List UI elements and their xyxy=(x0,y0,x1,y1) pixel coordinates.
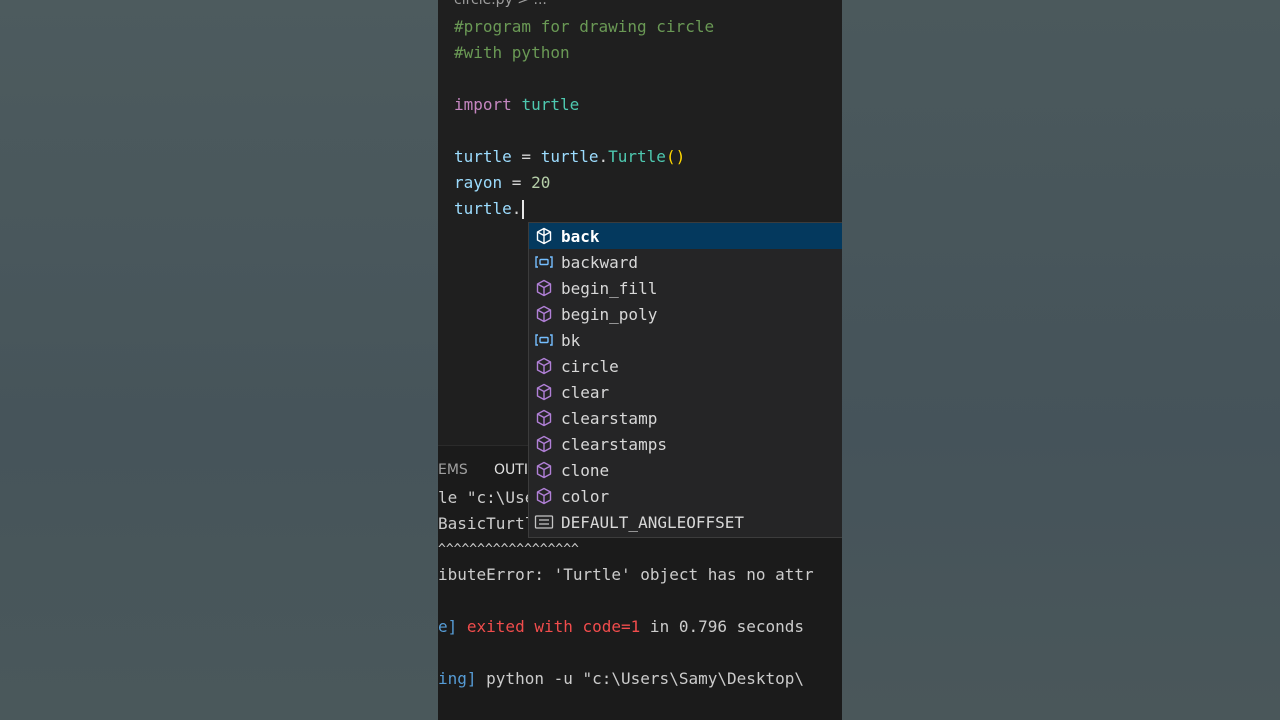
code-line-1: #program for drawing circle xyxy=(454,17,715,36)
suggest-item-begin-poly[interactable]: begin_poly xyxy=(529,301,842,327)
method-cube-icon xyxy=(534,304,554,324)
constant-icon xyxy=(534,512,554,532)
suggest-item-backward[interactable]: backward xyxy=(529,249,842,275)
variable-icon xyxy=(534,330,554,350)
code-line-6: turtle = turtle.Turtle() xyxy=(454,147,686,166)
code-line-4: import turtle xyxy=(454,95,580,114)
output-line-3: ^^^^^^^^^^^^^^^^^^ xyxy=(438,542,579,557)
output-line-2: BasicTurtl xyxy=(438,514,535,533)
suggest-item-label: back xyxy=(561,226,600,246)
suggest-item-label: begin_fill xyxy=(561,278,658,298)
method-cube-icon xyxy=(534,460,554,480)
breadcrumb[interactable]: circle.py > ... xyxy=(454,0,547,8)
tab-problems[interactable]: EMS xyxy=(438,462,468,478)
output-line-error: ibuteError: 'Turtle' object has no attr xyxy=(438,565,814,584)
method-cube-icon xyxy=(534,226,554,246)
method-cube-icon xyxy=(534,278,554,298)
suggest-item-label: color xyxy=(561,486,610,506)
suggest-item-clearstamps[interactable]: clearstamps xyxy=(529,431,842,457)
output-line-running: ing] python -u "c:\Users\Samy\Desktop\ xyxy=(438,669,805,688)
suggest-item-label: clearstamps xyxy=(561,434,667,454)
suggest-item-label: clearstamp xyxy=(561,408,658,428)
suggest-item-default-angleoffset[interactable]: DEFAULT_ANGLEOFFSET xyxy=(529,509,842,535)
code-line-7: rayon = 20 xyxy=(454,173,551,192)
suggest-item-back[interactable]: back xyxy=(529,223,842,249)
suggest-item-clear[interactable]: clear xyxy=(529,379,842,405)
suggest-item-label: begin_poly xyxy=(561,304,658,324)
suggest-item-bk[interactable]: bk xyxy=(529,327,842,353)
method-cube-icon xyxy=(534,408,554,428)
suggest-item-label: clone xyxy=(561,460,610,480)
suggest-item-label: backward xyxy=(561,252,639,272)
suggest-item-circle[interactable]: circle xyxy=(529,353,842,379)
blurred-background-right xyxy=(842,0,1280,720)
suggest-item-label: clear xyxy=(561,382,610,402)
method-cube-icon xyxy=(534,486,554,506)
code-line-2: #with python xyxy=(454,43,570,62)
suggest-item-label: bk xyxy=(561,330,581,350)
output-line-1: le "c:\Use xyxy=(438,488,535,507)
blurred-background-left xyxy=(0,0,438,720)
vscode-window: circle.py > ... #program for drawing cir… xyxy=(438,0,842,720)
text-cursor xyxy=(522,200,525,219)
suggest-item-clearstamp[interactable]: clearstamp xyxy=(529,405,842,431)
suggest-item-label: circle xyxy=(561,356,619,376)
suggest-widget[interactable]: back backward begin_fill begin_poly bk c… xyxy=(528,222,842,538)
output-line-exit: e] exited with code=1 in 0.796 seconds xyxy=(438,617,805,636)
suggest-item-label: DEFAULT_ANGLEOFFSET xyxy=(561,512,745,532)
tab-output[interactable]: OUTI xyxy=(494,462,528,478)
suggest-item-begin-fill[interactable]: begin_fill xyxy=(529,275,842,301)
code-line-8[interactable]: turtle. xyxy=(454,196,525,222)
suggest-item-clone[interactable]: clone xyxy=(529,457,842,483)
method-cube-icon xyxy=(534,382,554,402)
suggest-item-color[interactable]: color xyxy=(529,483,842,509)
variable-icon xyxy=(534,252,554,272)
method-cube-icon xyxy=(534,434,554,454)
method-cube-icon xyxy=(534,356,554,376)
